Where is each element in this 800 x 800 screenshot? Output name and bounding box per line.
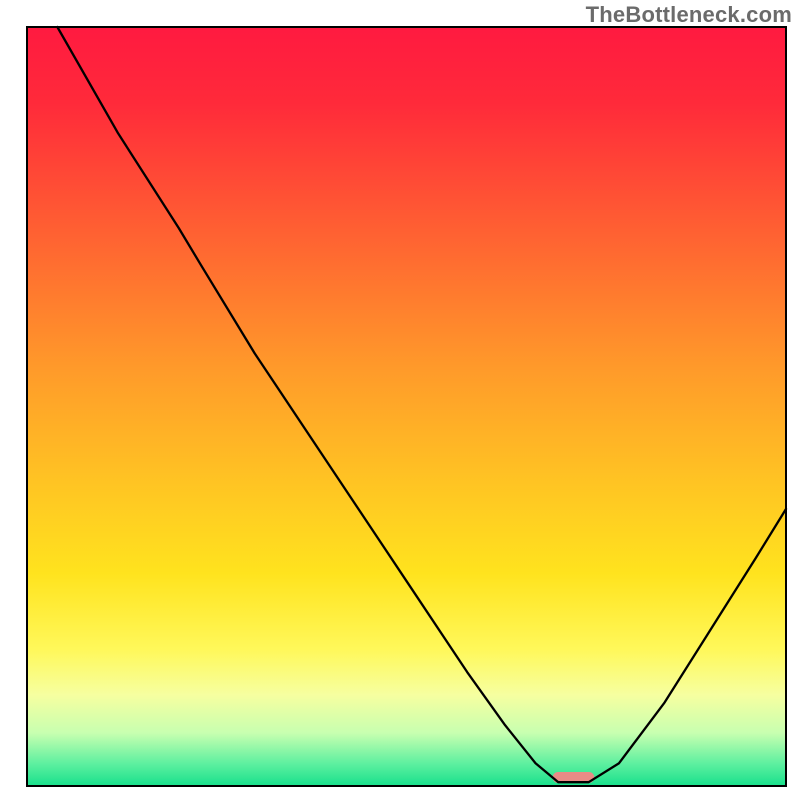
watermark-text: TheBottleneck.com [586, 2, 792, 28]
bottleneck-chart: TheBottleneck.com [0, 0, 800, 800]
gradient-background [27, 27, 786, 786]
chart-svg [0, 0, 800, 800]
